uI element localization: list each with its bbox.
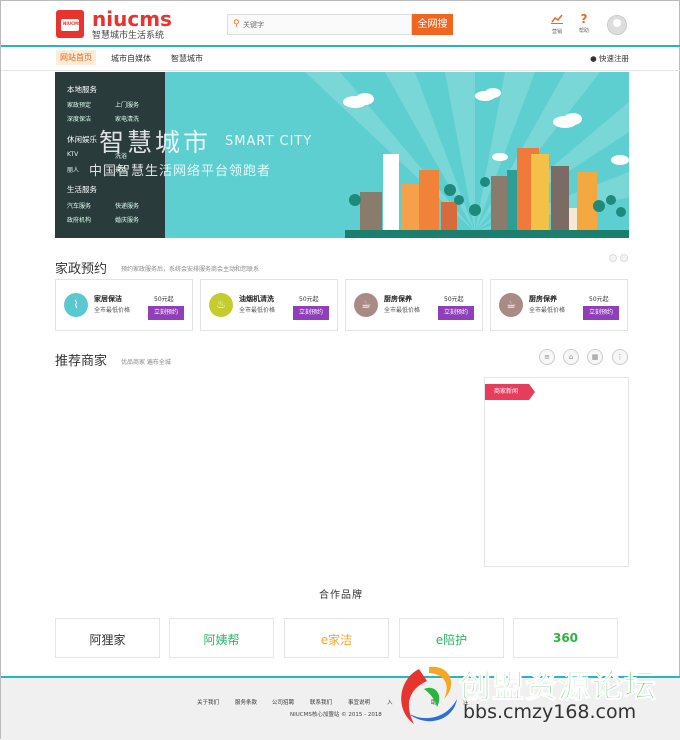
partner-logo[interactable]: 360 <box>513 618 618 658</box>
tv-icon: NIUCMS <box>61 19 81 31</box>
user-icon: ● <box>590 54 597 63</box>
search-button[interactable]: 全网搜 <box>412 14 453 35</box>
category-group-title: 本地服务 <box>67 85 97 94</box>
partner-brand: 阿狸家 <box>89 633 126 647</box>
register-label: 快速注册 <box>599 54 629 63</box>
partner-brand: 360 <box>552 631 579 645</box>
register-link[interactable]: ● 快速注册 <box>590 53 629 64</box>
pot-icon: ☕ <box>354 293 378 317</box>
logo-subtitle: 智慧城市生活系统 <box>92 31 165 41</box>
category-link[interactable]: 家电清洗 <box>115 114 139 123</box>
banner-title: 智慧城市 <box>99 128 212 157</box>
book-button[interactable]: 立刻预约 <box>438 306 474 320</box>
service-card[interactable]: ⌇ 家居保洁 全市最低价格 50元起 立刻预约 <box>55 279 193 331</box>
category-link[interactable]: 快递服务 <box>115 201 139 210</box>
footer-link[interactable]: 联系我们 <box>310 698 332 706</box>
service-price: 50元起 <box>589 296 609 303</box>
service-name: 油烟机清洗 <box>239 295 274 303</box>
footer-link[interactable]: 关于我们 <box>197 698 219 706</box>
housekeeping-desc: 预约家政服务后，系统会安排服务商会主动和您联系 <box>121 266 260 273</box>
footer-link[interactable]: 事宜说明 <box>348 698 370 706</box>
partner-logo[interactable]: e陪护 <box>399 618 504 658</box>
partner-logo[interactable]: e家洁 <box>284 618 389 658</box>
category-link[interactable]: 上门服务 <box>115 100 139 109</box>
service-desc: 全市最低价格 <box>94 307 131 314</box>
nav-item-smart-city[interactable]: 智慧城市 <box>171 53 203 64</box>
book-button[interactable]: 立刻预约 <box>293 306 329 320</box>
housekeeping-title: 家政预约 <box>55 262 108 277</box>
partner-logo[interactable]: 阿狸家 <box>55 618 160 658</box>
service-card[interactable]: ♨ 油烟机清洗 全市最低价格 50元起 立刻预约 <box>200 279 338 331</box>
search-box: ⚲ <box>227 14 412 35</box>
service-name: 厨房保养 <box>384 295 412 303</box>
prev-arrow-icon[interactable] <box>609 254 617 262</box>
list-icon[interactable]: ≡ <box>539 349 555 365</box>
partner-brand: 阿姨帮 <box>203 633 240 647</box>
category-link[interactable]: 汽车服务 <box>67 201 91 210</box>
partner-brand: e家洁 <box>320 633 353 647</box>
cart-icon[interactable]: ⌂ <box>563 349 579 365</box>
marketing-link[interactable]: 营销 <box>547 13 567 35</box>
service-desc: 全市最低价格 <box>239 307 276 314</box>
merchant-news-panel <box>484 377 629 567</box>
nav-item-media[interactable]: 城市自媒体 <box>111 53 151 64</box>
service-desc: 全市最低价格 <box>529 307 566 314</box>
marketing-label: 营销 <box>551 29 562 35</box>
banner-subtitle: 中国智慧生活网络平台领跑者 <box>89 164 272 179</box>
service-price: 50元起 <box>299 296 319 303</box>
search-icon: ⚲ <box>233 19 240 29</box>
footer-link[interactable]: 服务条款 <box>235 698 257 706</box>
category-link[interactable]: 婚庆服务 <box>115 215 139 224</box>
watermark-url: bbs.cmzy168.com <box>463 701 637 723</box>
pot-icon: ☕ <box>499 293 523 317</box>
more-icon[interactable]: ⋮ <box>612 349 628 365</box>
service-price: 50元起 <box>444 296 464 303</box>
book-button[interactable]: 立刻预约 <box>583 306 619 320</box>
logo-badge[interactable]: NIUCMS <box>56 10 84 38</box>
partners-title: 合作品牌 <box>319 590 363 601</box>
merchant-news-tag[interactable]: 商家新闻 <box>485 384 535 400</box>
category-link[interactable]: 政府机构 <box>67 215 91 224</box>
merchants-title: 推荐商家 <box>55 354 108 369</box>
help-icon: ? <box>580 12 588 26</box>
next-arrow-icon[interactable] <box>620 254 628 262</box>
partner-brand: e陪护 <box>435 633 468 647</box>
chart-icon <box>547 13 567 26</box>
service-price: 50元起 <box>154 296 174 303</box>
logo-badge-text: NIUCMS <box>63 21 81 26</box>
service-card[interactable]: ☕ 厨房保养 全市最低价格 50元起 立刻预约 <box>345 279 483 331</box>
building-icon[interactable]: ▦ <box>587 349 603 365</box>
category-link[interactable]: 深度保洁 <box>67 114 91 123</box>
category-group-title: 休闲娱乐 <box>67 135 97 144</box>
category-link[interactable]: 丽人 <box>67 165 79 174</box>
help-label: 帮助 <box>578 28 589 34</box>
hood-icon: ♨ <box>209 293 233 317</box>
nav-item-home[interactable]: 网站首页 <box>56 50 96 65</box>
banner-title-en: SMART CITY <box>225 134 313 149</box>
service-name: 厨房保养 <box>529 295 557 303</box>
broom-icon: ⌇ <box>64 293 88 317</box>
merchants-desc: 优品商家 遍布全城 <box>121 359 171 366</box>
category-group-title: 生活服务 <box>67 185 97 194</box>
footer-link[interactable]: 公司招聘 <box>272 698 294 706</box>
category-link[interactable]: 家政预定 <box>67 100 91 109</box>
book-button[interactable]: 立刻预约 <box>148 306 184 320</box>
category-link[interactable]: KTV <box>67 151 78 158</box>
avatar[interactable] <box>607 15 627 35</box>
copyright: NIUCMS核心加盟站 © 2015 - 2018 <box>290 712 382 718</box>
service-desc: 全市最低价格 <box>384 307 421 314</box>
main-nav <box>1 47 680 71</box>
search-input[interactable] <box>243 18 403 31</box>
service-name: 家居保洁 <box>94 295 122 303</box>
partner-logo[interactable]: 阿姨帮 <box>169 618 274 658</box>
service-card[interactable]: ☕ 厨房保养 全市最低价格 50元起 立刻预约 <box>490 279 628 331</box>
help-link[interactable]: ? 帮助 <box>574 13 594 34</box>
